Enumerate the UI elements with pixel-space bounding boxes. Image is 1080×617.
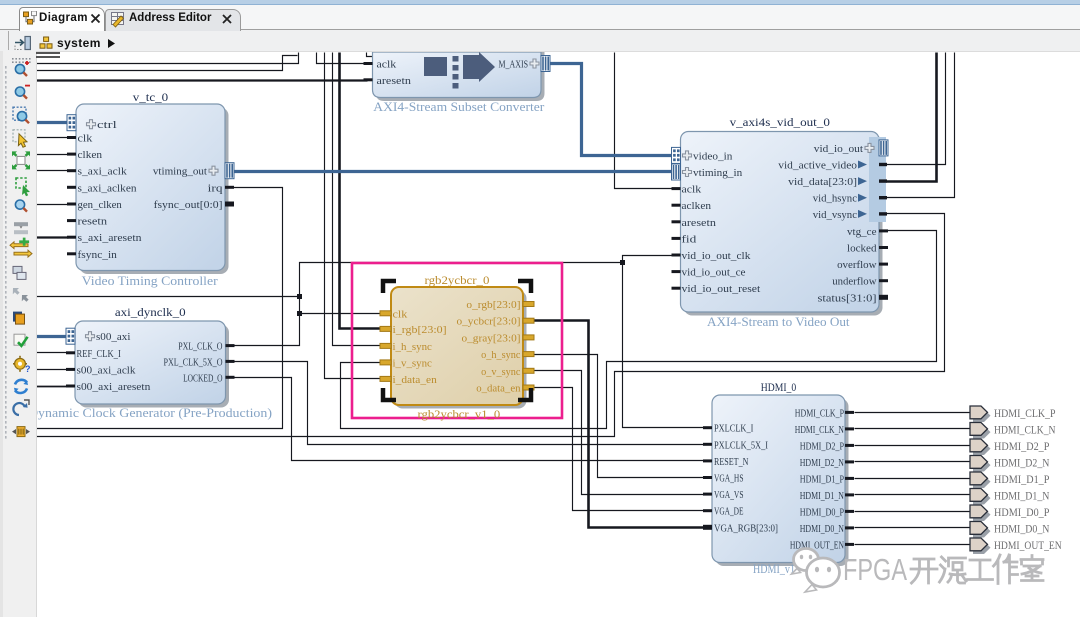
svg-text:PXLCLK_I: PXLCLK_I — [714, 423, 754, 435]
svg-text:HDMI_CLK_P: HDMI_CLK_P — [994, 406, 1056, 420]
svg-text:HDMI_D0_P: HDMI_D0_P — [994, 505, 1050, 519]
svg-text:vid_io_out_reset: vid_io_out_reset — [682, 283, 761, 295]
svg-text:vid_active_video: vid_active_video — [778, 160, 857, 172]
svg-text:aclken: aclken — [682, 200, 712, 212]
svg-text:rgb2ycbcr_v1_0: rgb2ycbcr_v1_0 — [418, 407, 501, 421]
svg-text:vid_io_out_clk: vid_io_out_clk — [682, 250, 751, 262]
svg-text:vid_data[23:0]: vid_data[23:0] — [788, 176, 857, 188]
svg-text:status[31:0]: status[31:0] — [818, 292, 877, 304]
svg-text:s_axi_aclken: s_axi_aclken — [78, 182, 137, 194]
svg-text:overflow: overflow — [837, 259, 876, 271]
svg-text:o_gray[23:0]: o_gray[23:0] — [462, 332, 521, 344]
svg-text:o_data_en: o_data_en — [476, 383, 521, 395]
svg-text:vtiming_in: vtiming_in — [693, 167, 743, 179]
svg-text:underflow: underflow — [832, 276, 876, 288]
svg-text:HDMI_D2_P: HDMI_D2_P — [800, 440, 844, 452]
svg-text:o_v_sync: o_v_sync — [481, 366, 521, 378]
svg-text:Dynamic Clock Generator (Pre-P: Dynamic Clock Generator (Pre-Production) — [28, 406, 272, 420]
svg-text:s00_axi_aclk: s00_axi_aclk — [77, 364, 137, 376]
svg-text:aclk: aclk — [682, 184, 702, 196]
svg-text:HDMI_D2_P: HDMI_D2_P — [994, 439, 1050, 453]
svg-text:HDMI_D0_P: HDMI_D0_P — [800, 506, 844, 518]
svg-text:vid_io_out: vid_io_out — [814, 143, 863, 155]
svg-text:vid_io_out_ce: vid_io_out_ce — [682, 267, 746, 279]
svg-text:HDMI_D1_P: HDMI_D1_P — [800, 473, 844, 485]
svg-text:aresetn: aresetn — [682, 217, 717, 229]
svg-text:irq: irq — [208, 182, 223, 194]
svg-text:clken: clken — [78, 149, 103, 161]
svg-text:VGA_HS: VGA_HS — [714, 473, 744, 485]
svg-text:RESET_N: RESET_N — [714, 456, 748, 468]
svg-text:VGA_DE: VGA_DE — [714, 506, 744, 518]
svg-text:AXI4-Stream Subset Converter: AXI4-Stream Subset Converter — [373, 100, 545, 114]
svg-text:o_ycbcr[23:0]: o_ycbcr[23:0] — [457, 316, 521, 328]
svg-text:vid_vsync: vid_vsync — [813, 209, 857, 221]
svg-text:clk: clk — [393, 308, 408, 320]
svg-text:s_axi_aresetn: s_axi_aresetn — [78, 232, 143, 244]
svg-text:vid_hsync: vid_hsync — [813, 193, 857, 205]
svg-text:fsync_in: fsync_in — [78, 249, 118, 261]
svg-text:locked: locked — [847, 243, 877, 255]
svg-text:vtg_ce: vtg_ce — [847, 226, 877, 238]
svg-text:HDMI_D1_P: HDMI_D1_P — [994, 472, 1050, 486]
svg-text:PXL_CLK_O: PXL_CLK_O — [178, 341, 222, 353]
svg-text:clk: clk — [78, 133, 93, 145]
svg-text:o_h_sync: o_h_sync — [481, 349, 521, 361]
svg-text:v_axi4s_vid_out_0: v_axi4s_vid_out_0 — [730, 115, 830, 129]
svg-text:s00_axi_aresetn: s00_axi_aresetn — [77, 381, 151, 393]
svg-text:PXL_CLK_5X_O: PXL_CLK_5X_O — [164, 356, 223, 368]
svg-text:VGA_RGB[23:0]: VGA_RGB[23:0] — [714, 522, 778, 534]
svg-text:HDMI_CLK_P: HDMI_CLK_P — [795, 407, 844, 419]
svg-text:i_data_en: i_data_en — [393, 374, 438, 386]
svg-text:i_v_sync: i_v_sync — [393, 357, 433, 369]
svg-text:HDMI_0: HDMI_0 — [761, 380, 796, 394]
svg-text:rgb2ycbcr_0: rgb2ycbcr_0 — [425, 273, 490, 287]
svg-text:?: ? — [25, 364, 31, 374]
svg-text:s00_axi: s00_axi — [96, 331, 130, 343]
svg-text:gen_clken: gen_clken — [78, 199, 123, 211]
svg-text:HDMI_CLK_N: HDMI_CLK_N — [994, 422, 1056, 436]
svg-text:HDMI_v1: HDMI_v1 — [753, 562, 795, 576]
svg-text:REF_CLK_I: REF_CLK_I — [77, 348, 122, 360]
svg-text:resetn: resetn — [78, 216, 108, 228]
svg-text:PXLCLK_5X_I: PXLCLK_5X_I — [714, 439, 768, 451]
svg-text:ctrl: ctrl — [97, 119, 117, 131]
svg-text:aclk: aclk — [377, 59, 397, 71]
svg-text:fid: fid — [682, 233, 697, 245]
svg-text:HDMI_D1_N: HDMI_D1_N — [994, 488, 1050, 502]
svg-text:HDMI_OUT_EN: HDMI_OUT_EN — [994, 538, 1062, 552]
svg-text:HDMI_CLK_N: HDMI_CLK_N — [795, 424, 844, 436]
svg-text:VGA_VS: VGA_VS — [714, 489, 744, 501]
svg-text:FPGA: FPGA — [843, 552, 907, 587]
svg-text:aresetn: aresetn — [377, 75, 412, 87]
svg-text:fsync_out[0:0]: fsync_out[0:0] — [154, 199, 223, 211]
svg-text:axi_dynclk_0: axi_dynclk_0 — [115, 305, 186, 319]
svg-text:HDMI_D0_N: HDMI_D0_N — [994, 521, 1050, 535]
svg-text:vtiming_out: vtiming_out — [153, 166, 207, 178]
svg-text:HDMI_D0_N: HDMI_D0_N — [800, 523, 844, 535]
svg-text:video_in: video_in — [693, 150, 733, 162]
svg-text:i_h_sync: i_h_sync — [393, 341, 433, 353]
svg-text:i_rgb[23:0]: i_rgb[23:0] — [393, 324, 447, 336]
svg-text:o_rgb[23:0]: o_rgb[23:0] — [466, 299, 520, 311]
svg-text:AXI4-Stream to Video Out: AXI4-Stream to Video Out — [707, 315, 850, 329]
svg-text:M_AXIS: M_AXIS — [499, 59, 529, 71]
svg-text:v_tc_0: v_tc_0 — [133, 90, 168, 104]
svg-text:HDMI_D2_N: HDMI_D2_N — [994, 455, 1050, 469]
svg-text:Video Timing Controller: Video Timing Controller — [82, 274, 219, 288]
svg-text:HDMI_D2_N: HDMI_D2_N — [800, 457, 844, 469]
svg-text:HDMI_D1_N: HDMI_D1_N — [800, 490, 844, 502]
svg-text:LOCKED_O: LOCKED_O — [183, 372, 222, 384]
svg-text:s_axi_aclk: s_axi_aclk — [78, 166, 128, 178]
